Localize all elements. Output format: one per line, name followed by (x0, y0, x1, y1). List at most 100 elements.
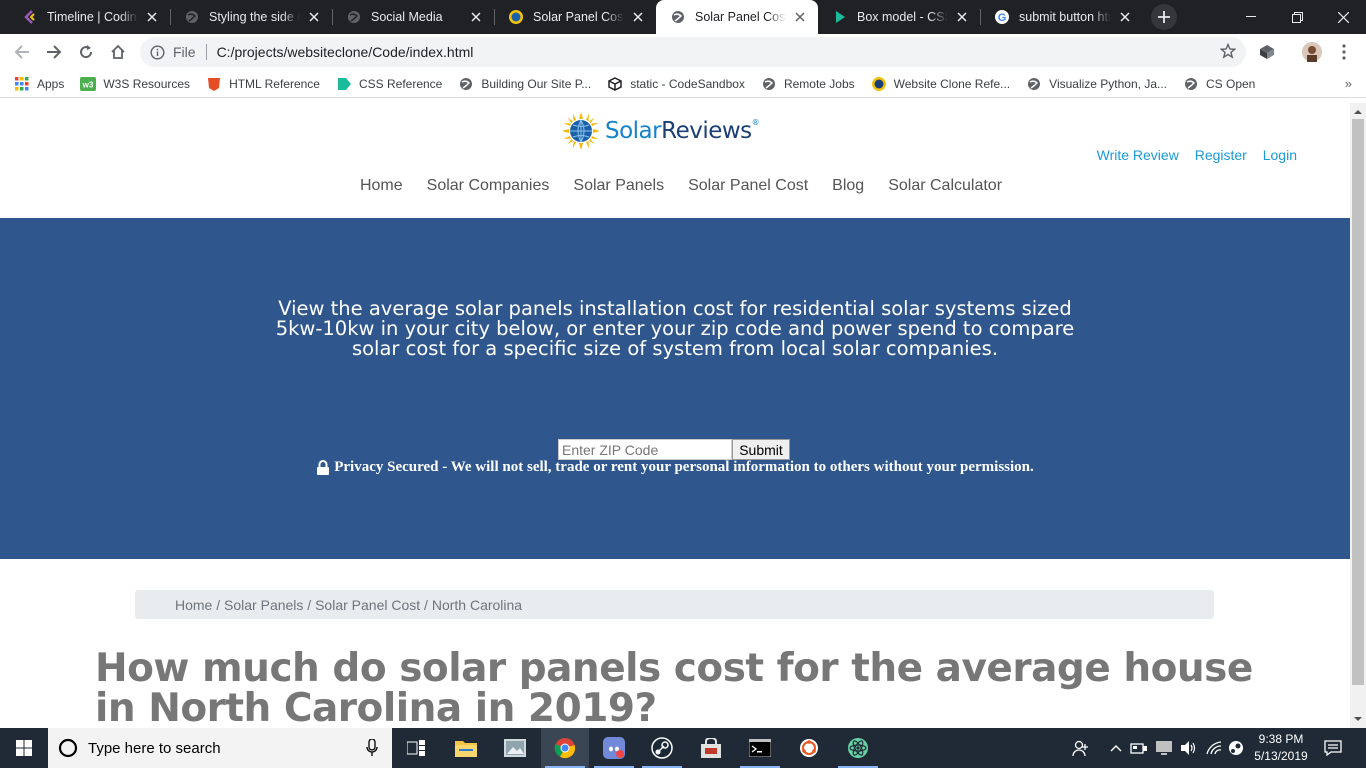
address-bar[interactable]: File C:/projects/websiteclone/Code/index… (140, 37, 1246, 67)
tab-submit-button[interactable]: G submit button htm (980, 0, 1143, 34)
minimize-button[interactable] (1228, 0, 1274, 34)
photos-icon[interactable] (491, 728, 539, 768)
google-icon: G (994, 9, 1010, 25)
system-clock[interactable]: 9:38 PM 5/13/2019 (1246, 731, 1316, 765)
tab-solar-panel-cost-1[interactable]: Solar Panel Cost 20 (494, 0, 656, 34)
store-icon[interactable] (687, 728, 735, 768)
reload-button[interactable] (72, 38, 100, 66)
minimize-icon (1246, 16, 1256, 17)
close-window-button[interactable] (1320, 0, 1366, 34)
restore-button[interactable] (1274, 0, 1320, 34)
zip-form: Submit (558, 439, 790, 460)
steam-icon[interactable] (638, 728, 686, 768)
display-icon[interactable] (1153, 728, 1175, 768)
close-icon[interactable] (306, 9, 322, 25)
bookmark-website-clone[interactable]: Website Clone Refe... (871, 76, 1010, 92)
extension-button[interactable] (1253, 38, 1281, 66)
bookmarks-overflow-button[interactable]: » (1345, 76, 1352, 91)
menu-button[interactable] (1330, 38, 1358, 66)
breadcrumb-solar-panels[interactable]: Solar Panels (224, 597, 303, 613)
discord-icon[interactable] (590, 728, 638, 768)
tab-box-model[interactable]: Box model - CSS F (818, 0, 980, 34)
tab-title: submit button htm (1019, 10, 1111, 24)
back-button[interactable] (8, 38, 36, 66)
privacy-notice: Privacy Secured - We will not sell, trad… (0, 459, 1350, 476)
clock-time: 9:38 PM (1258, 732, 1304, 746)
microphone-icon[interactable] (366, 738, 378, 761)
file-explorer-icon[interactable] (442, 728, 490, 768)
windows-logo-icon (16, 740, 32, 756)
browser-tab-strip: Timeline | CodingF Styling the side co S… (0, 0, 1366, 34)
bookmark-label: Building Our Site P... (481, 76, 592, 91)
scheme-label: File (173, 44, 196, 60)
forward-button[interactable] (40, 38, 68, 66)
chrome-icon[interactable] (541, 728, 589, 768)
breadcrumb-home[interactable]: Home (175, 597, 212, 613)
profile-avatar[interactable] (1298, 38, 1326, 66)
nav-home[interactable]: Home (360, 177, 403, 195)
close-icon[interactable] (954, 9, 970, 25)
taskbar-search[interactable]: Type here to search (48, 728, 392, 768)
steam-tray-icon[interactable] (1225, 728, 1247, 768)
ubuntu-icon[interactable] (785, 728, 833, 768)
atom-icon[interactable] (834, 728, 882, 768)
url-text: C:/projects/websiteclone/Code/index.html (216, 44, 474, 60)
terminal-icon[interactable] (736, 728, 784, 768)
close-icon[interactable] (792, 9, 808, 25)
tab-styling[interactable]: Styling the side co (170, 0, 332, 34)
close-icon[interactable] (1117, 9, 1133, 25)
tab-title: Solar Panel Cost 20 (695, 10, 786, 24)
page-scrollbar[interactable] (1350, 103, 1366, 728)
register-link[interactable]: Register (1195, 147, 1247, 163)
chevron-up-icon[interactable] (1106, 728, 1126, 768)
bookmark-label: Apps (37, 76, 65, 91)
bookmark-css-reference[interactable]: CSS Reference (336, 76, 442, 92)
close-icon[interactable] (144, 9, 160, 25)
arrow-left-icon (14, 45, 29, 59)
globe-icon (1026, 76, 1042, 92)
action-center-icon[interactable] (1320, 728, 1346, 768)
w3s-icon: w3 (80, 76, 97, 92)
nav-blog[interactable]: Blog (832, 177, 864, 195)
windows-taskbar: Type here to search 9:38 PM 5/13/2019 (0, 728, 1366, 768)
tab-timeline[interactable]: Timeline | CodingF (8, 0, 170, 34)
codingforms-icon (22, 9, 38, 25)
usb-device-icon[interactable] (1128, 728, 1150, 768)
bookmark-remote-jobs[interactable]: Remote Jobs (761, 76, 855, 92)
bookmark-building-our-site[interactable]: Building Our Site P... (458, 76, 591, 92)
bookmark-codesandbox[interactable]: static - CodeSandbox (607, 76, 745, 92)
close-icon[interactable] (630, 9, 646, 25)
start-button[interactable] (0, 728, 48, 768)
tab-title: Styling the side co (209, 10, 300, 24)
zip-code-input[interactable] (558, 439, 732, 460)
submit-button[interactable]: Submit (732, 439, 790, 460)
globe-icon (670, 9, 686, 25)
new-tab-button[interactable] (1151, 4, 1177, 30)
write-review-link[interactable]: Write Review (1097, 147, 1179, 163)
nav-solar-companies[interactable]: Solar Companies (427, 177, 550, 195)
breadcrumb-solar-panel-cost[interactable]: Solar Panel Cost (315, 597, 420, 613)
people-icon[interactable] (1070, 728, 1092, 768)
home-button[interactable] (104, 38, 132, 66)
close-icon[interactable] (468, 9, 484, 25)
nav-solar-panel-cost[interactable]: Solar Panel Cost (688, 177, 808, 195)
tab-solar-panel-cost-active[interactable]: Solar Panel Cost 20 (656, 0, 818, 34)
nav-solar-panels[interactable]: Solar Panels (573, 177, 664, 195)
bookmarks-bar: Apps w3 W3S Resources HTML Reference CSS… (0, 70, 1366, 98)
bookmark-cs-open[interactable]: CS Open (1183, 76, 1255, 92)
wifi-icon[interactable] (1203, 728, 1225, 768)
scrollbar-thumb[interactable] (1352, 119, 1364, 685)
volume-icon[interactable] (1178, 728, 1200, 768)
nav-solar-calculator[interactable]: Solar Calculator (888, 177, 1002, 195)
bookmark-visualize-python[interactable]: Visualize Python, Ja... (1026, 76, 1167, 92)
bookmark-apps[interactable]: Apps (14, 76, 64, 92)
login-link[interactable]: Login (1263, 147, 1297, 163)
bookmark-w3s[interactable]: w3 W3S Resources (80, 76, 190, 92)
tab-social-media[interactable]: Social Media (332, 0, 494, 34)
task-view-icon[interactable] (392, 728, 440, 768)
bookmark-html-reference[interactable]: HTML Reference (206, 76, 320, 92)
lock-icon (316, 460, 330, 475)
site-logo[interactable]: SolarReviews® (562, 112, 760, 150)
tab-title: Timeline | CodingF (47, 10, 138, 24)
bookmark-star-icon[interactable] (1219, 42, 1237, 62)
